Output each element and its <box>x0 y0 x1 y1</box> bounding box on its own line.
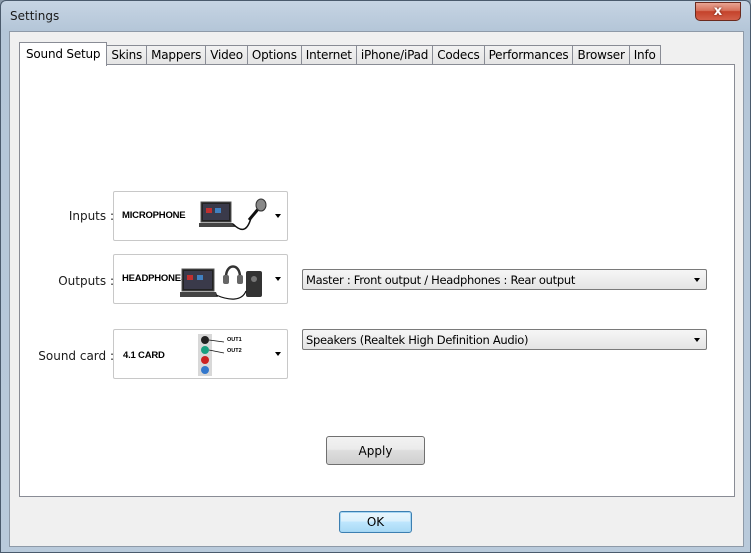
outputs-selected-label: HEADPHONES <box>122 273 188 284</box>
window-title: Settings <box>10 9 60 23</box>
sound-device-value: Speakers (Realtek High Definition Audio) <box>306 333 529 347</box>
tab-sound-setup[interactable]: Sound Setup <box>19 42 108 66</box>
jack-label-out1: OUT1 <box>227 337 242 343</box>
outputs-label: Outputs : <box>58 274 114 288</box>
tab-strip: Sound Setup Skins Mappers Video Options … <box>19 42 661 66</box>
tab-info[interactable]: Info <box>628 45 661 66</box>
chevron-down-icon <box>694 278 700 282</box>
sound-device-dropdown[interactable]: Speakers (Realtek High Definition Audio) <box>302 329 707 350</box>
settings-window: Settings x Sound Setup Skins Mappers Vid… <box>0 0 751 553</box>
dialog-client-area: Sound Setup Skins Mappers Video Options … <box>9 31 744 547</box>
chevron-down-icon <box>694 338 700 342</box>
tab-internet[interactable]: Internet <box>300 45 357 66</box>
sound-card-label: Sound card : <box>38 349 114 363</box>
title-bar[interactable]: Settings x <box>1 1 750 31</box>
tab-mappers[interactable]: Mappers <box>146 45 207 66</box>
tab-options[interactable]: Options <box>246 45 302 66</box>
close-button[interactable]: x <box>695 2 741 21</box>
sound-card-selected-label: 4.1 CARD <box>123 350 165 361</box>
tab-codecs[interactable]: Codecs <box>432 45 485 66</box>
tab-video[interactable]: Video <box>205 45 248 66</box>
tab-performances[interactable]: Performances <box>483 45 574 66</box>
sound-setup-panel: Inputs : MICROPHONE Outputs : HEADPHONES… <box>19 64 735 497</box>
output-routing-value: Master : Front output / Headphones : Rea… <box>306 273 576 287</box>
inputs-image-selector[interactable]: MICROPHONE <box>113 191 288 241</box>
audio-jacks-icon <box>198 334 225 376</box>
tab-skins[interactable]: Skins <box>106 45 148 66</box>
tab-browser[interactable]: Browser <box>572 45 630 66</box>
microphone-laptop-icon <box>199 198 267 231</box>
inputs-label: Inputs : <box>68 209 114 223</box>
chevron-down-icon <box>275 352 281 356</box>
sound-card-image-selector[interactable]: 4.1 CARD OUT1 OUT2 <box>113 329 288 379</box>
tab-iphone-ipad[interactable]: iPhone/iPad <box>355 45 434 66</box>
ok-button[interactable]: OK <box>339 511 412 533</box>
chevron-down-icon <box>275 214 281 218</box>
chevron-down-icon <box>275 277 281 281</box>
outputs-image-selector[interactable]: HEADPHONES <box>113 254 288 304</box>
jack-label-out2: OUT2 <box>227 348 242 354</box>
inputs-selected-label: MICROPHONE <box>122 210 186 221</box>
apply-button[interactable]: Apply <box>326 436 425 465</box>
close-icon: x <box>713 4 723 19</box>
headphones-laptop-icon <box>180 265 262 300</box>
output-routing-dropdown[interactable]: Master : Front output / Headphones : Rea… <box>302 269 707 290</box>
